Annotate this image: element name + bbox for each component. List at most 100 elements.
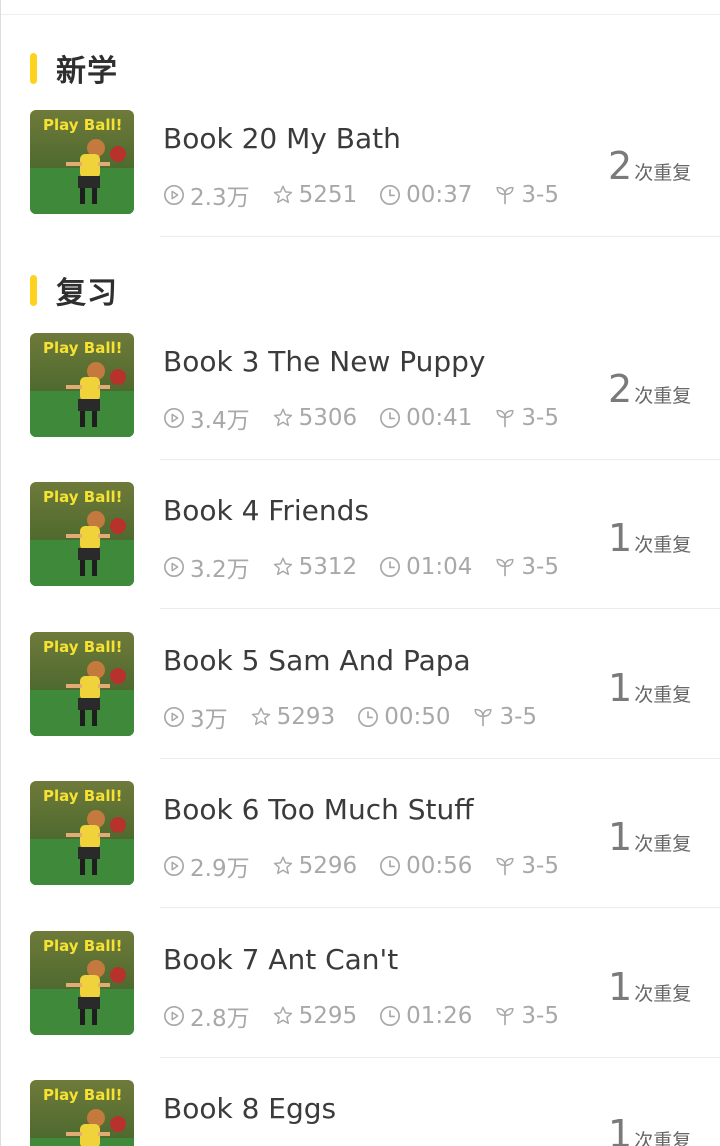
book-row[interactable]: Play Ball! Book 4 Friends 3.2万 5312 01:0… — [0, 482, 720, 632]
book-stats: 3万 5293 00:50 3-5 — [163, 700, 559, 734]
repeat-count: 2 次重复 — [608, 144, 691, 188]
repeat-number: 1 — [608, 1112, 633, 1146]
row-divider — [160, 236, 720, 237]
plays-count: 2.3万 — [190, 185, 250, 211]
section-accent-bar — [30, 274, 37, 306]
stars-stat: 5295 — [272, 1003, 358, 1029]
star-icon — [251, 707, 270, 726]
book-row[interactable]: Play Ball! Book 6 Too Much Stuff 2.9万 52… — [0, 781, 720, 931]
age-stat: 3-5 — [494, 1003, 559, 1029]
sprout-icon — [496, 186, 514, 205]
star-icon — [273, 557, 292, 576]
stars-count: 5293 — [276, 704, 336, 730]
repeat-count: 2 次重复 — [608, 367, 691, 411]
age-range: 3-5 — [521, 853, 559, 879]
play-count-icon — [164, 408, 184, 428]
repeat-count: 1 次重复 — [608, 666, 691, 710]
book-title: Book 4 Friends — [163, 494, 369, 527]
book-stats: 3.4万 5306 00:41 3-5 — [163, 401, 581, 435]
clock-icon — [358, 707, 379, 727]
top-strip — [0, 0, 720, 15]
stars-stat: 5296 — [272, 853, 358, 879]
repeat-number: 1 — [608, 965, 633, 1009]
duration-value: 01:04 — [406, 554, 473, 580]
repeat-label: 次重复 — [634, 385, 692, 407]
book-cover: Play Ball! — [30, 632, 134, 736]
clock-icon — [380, 557, 401, 577]
stars-count: 5296 — [298, 853, 358, 879]
book-title: Book 7 Ant Can't — [163, 943, 399, 976]
sprout-icon — [496, 409, 514, 428]
book-cover: Play Ball! — [30, 110, 134, 214]
repeat-label: 次重复 — [634, 833, 692, 855]
star-icon — [273, 856, 292, 875]
repeat-count: 1 次重复 — [608, 516, 691, 560]
repeat-label: 次重复 — [634, 684, 692, 706]
plays-count: 3.2万 — [190, 557, 250, 583]
stars-count: 5295 — [298, 1003, 358, 1029]
section-accent-bar — [30, 52, 37, 84]
plays-stat: 3万 — [163, 700, 228, 734]
age-stat: 3-5 — [472, 704, 537, 730]
play-count-icon — [164, 856, 184, 876]
book-title: Book 6 Too Much Stuff — [163, 793, 474, 826]
clock-icon — [380, 1006, 401, 1026]
age-range: 3-5 — [521, 405, 559, 431]
row-divider — [160, 608, 720, 609]
age-range: 3-5 — [521, 182, 559, 208]
play-count-icon — [164, 707, 184, 727]
repeat-label: 次重复 — [634, 983, 692, 1005]
star-icon — [273, 185, 292, 204]
duration-value: 00:56 — [406, 853, 473, 879]
plays-count: 3万 — [190, 707, 228, 733]
section-title-review: 复习 — [56, 276, 118, 311]
section-header-new: 新学 — [30, 48, 118, 89]
star-icon — [273, 408, 292, 427]
plays-count: 2.9万 — [190, 856, 250, 882]
repeat-count: 1 次重复 — [608, 815, 691, 859]
stars-stat: 5312 — [272, 554, 358, 580]
clock-icon — [380, 185, 401, 205]
cover-title: Play Ball! — [43, 937, 123, 955]
book-title: Book 5 Sam And Papa — [163, 644, 471, 677]
sprout-icon — [496, 558, 514, 577]
book-row[interactable]: Play Ball! Book 3 The New Puppy 3.4万 530… — [0, 333, 720, 483]
stars-count: 5312 — [298, 554, 358, 580]
row-divider — [160, 1057, 720, 1058]
section-header-review: 复习 — [30, 270, 118, 311]
clock-icon — [380, 856, 401, 876]
stars-stat: 5251 — [272, 182, 358, 208]
duration-stat: 00:41 — [379, 405, 472, 431]
stars-count: 5251 — [298, 182, 358, 208]
repeat-number: 1 — [608, 666, 633, 710]
book-row[interactable]: Play Ball! Book 8 Eggs 1 次重复 — [0, 1080, 720, 1146]
repeat-count: 1 次重复 — [608, 1112, 691, 1146]
book-row[interactable]: Play Ball! Book 7 Ant Can't 2.8万 5295 01… — [0, 931, 720, 1081]
stars-count: 5306 — [298, 405, 358, 431]
cover-title: Play Ball! — [43, 1086, 123, 1104]
book-row[interactable]: Play Ball! Book 5 Sam And Papa 3万 5293 0… — [0, 632, 720, 782]
age-stat: 3-5 — [494, 853, 559, 879]
plays-stat: 2.8万 — [163, 999, 250, 1033]
repeat-number: 1 — [608, 516, 633, 560]
repeat-label: 次重复 — [634, 534, 692, 556]
book-stats: 3.2万 5312 01:04 3-5 — [163, 550, 581, 584]
book-stats: 2.3万 5251 00:37 3-5 — [163, 178, 581, 212]
book-row[interactable]: Play Ball! Book 20 My Bath 2.3万 5251 00:… — [0, 110, 720, 260]
repeat-label: 次重复 — [634, 1130, 692, 1146]
plays-count: 3.4万 — [190, 408, 250, 434]
duration-stat: 01:04 — [379, 554, 472, 580]
repeat-label: 次重复 — [634, 162, 692, 184]
book-cover: Play Ball! — [30, 333, 134, 437]
repeat-number: 2 — [608, 367, 633, 411]
plays-stat: 3.4万 — [163, 401, 250, 435]
book-stats: 2.8万 5295 01:26 3-5 — [163, 999, 581, 1033]
book-stats: 2.9万 5296 00:56 3-5 — [163, 849, 581, 883]
duration-value: 00:37 — [406, 182, 473, 208]
stars-stat: 5293 — [250, 704, 336, 730]
cover-title: Play Ball! — [43, 787, 123, 805]
sprout-icon — [496, 857, 514, 876]
clock-icon — [380, 408, 401, 428]
plays-stat: 3.2万 — [163, 550, 250, 584]
row-divider — [160, 459, 720, 460]
